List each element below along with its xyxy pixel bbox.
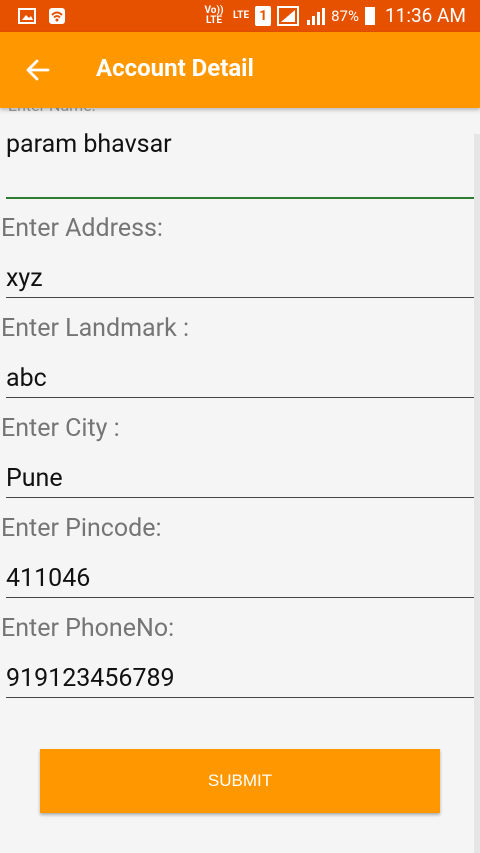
status-bar: Vo)) LTE LTE 1 87% 11:36 AM <box>0 0 480 32</box>
clock: 11:36 AM <box>384 4 466 27</box>
address-field-underline <box>6 297 474 298</box>
battery-percent: 87% <box>331 6 359 25</box>
phone-field[interactable]: 919123456789 <box>6 664 175 693</box>
battery-icon <box>364 6 375 25</box>
landmark-label: Enter Landmark : <box>1 314 190 343</box>
landmark-field[interactable]: abc <box>6 364 47 393</box>
arrow-back-icon[interactable] <box>24 56 52 84</box>
pincode-label: Enter Pincode: <box>1 514 162 543</box>
landmark-field-underline <box>6 397 474 398</box>
name-field[interactable]: param bhavsar <box>6 130 172 159</box>
city-label: Enter City : <box>1 414 120 443</box>
form-container: Enter Name: param bhavsar Enter Address:… <box>0 96 474 853</box>
wifi-icon <box>49 8 65 24</box>
name-field-underline <box>6 197 474 199</box>
address-label: Enter Address: <box>1 214 163 243</box>
page-title: Account Detail <box>96 54 254 82</box>
signal-icon <box>277 5 300 26</box>
gallery-icon <box>18 8 36 24</box>
pincode-field-underline <box>6 597 474 598</box>
pincode-field[interactable]: 411046 <box>6 564 90 593</box>
volte-indicator: Vo)) LTE <box>204 4 224 26</box>
lte-indicator: LTE <box>233 9 250 21</box>
sim-indicator: 1 <box>255 5 272 26</box>
city-field[interactable]: Pune <box>6 464 63 493</box>
submit-button[interactable]: SUBMIT <box>40 749 440 813</box>
address-field[interactable]: xyz <box>6 264 43 293</box>
phone-field-underline <box>6 697 474 698</box>
signal-bars-icon <box>307 7 326 25</box>
scrollbar[interactable] <box>474 134 480 853</box>
city-field-underline <box>6 497 474 498</box>
phone-label: Enter PhoneNo: <box>1 614 175 643</box>
app-bar: Account Detail <box>0 32 480 108</box>
